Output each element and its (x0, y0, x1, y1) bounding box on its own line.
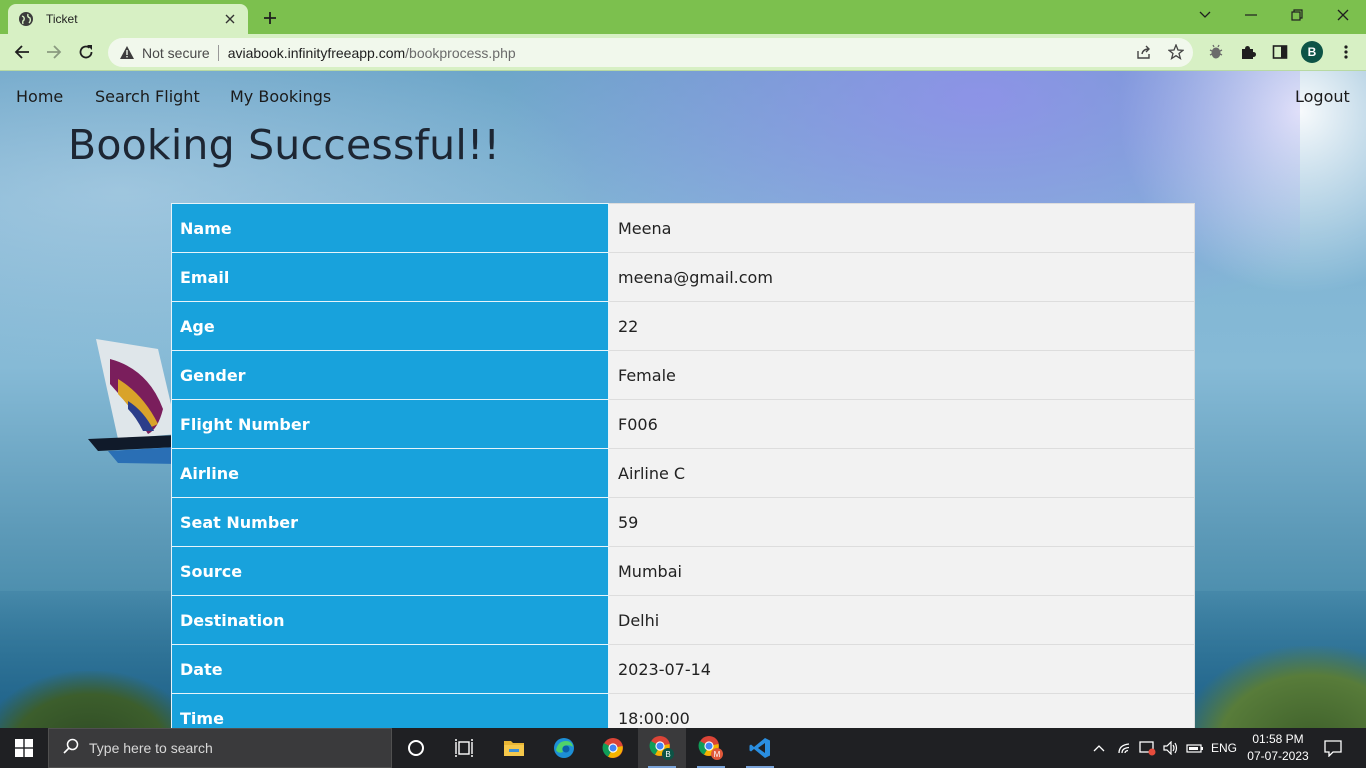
taskbar-search-placeholder: Type here to search (89, 740, 213, 756)
nav-my-bookings-link[interactable]: My Bookings (230, 87, 331, 106)
windows-taskbar: Type here to search B M ENG 01:58 PM 07-… (0, 728, 1366, 768)
ticket-field-label: Age (171, 301, 609, 351)
new-tab-icon[interactable] (258, 6, 282, 30)
chrome-profile-b-icon[interactable]: B (638, 728, 686, 768)
ticket-field-value: Airline C (608, 448, 1195, 498)
chrome-profile-m-icon[interactable]: M (687, 728, 735, 768)
tab-title: Ticket (46, 12, 78, 26)
nav-home-link[interactable]: Home (16, 87, 63, 106)
table-row: Name Meena (171, 203, 1195, 253)
clock-time: 01:58 PM (1252, 732, 1304, 746)
taskbar-search-box[interactable]: Type here to search (48, 728, 392, 768)
table-row: Flight Number F006 (171, 399, 1195, 449)
windows-start-icon[interactable] (0, 728, 48, 768)
airplane-tail-image (88, 339, 178, 464)
volume-icon[interactable] (1160, 728, 1182, 768)
table-row: Email meena@gmail.com (171, 252, 1195, 302)
nav-logout-link[interactable]: Logout (1295, 87, 1350, 106)
file-explorer-icon[interactable] (490, 728, 538, 768)
ticket-field-label: Destination (171, 595, 609, 645)
site-navbar: Home Search Flight My Bookings Logout (0, 71, 1366, 123)
ticket-field-label: Time (171, 693, 609, 728)
ticket-field-value: 2023-07-14 (608, 644, 1195, 694)
browser-tab-strip: Ticket (0, 0, 1366, 34)
reload-icon[interactable] (73, 39, 99, 65)
table-row: Source Mumbai (171, 546, 1195, 596)
bookmark-star-icon[interactable] (1166, 42, 1186, 62)
address-divider (217, 44, 219, 61)
url-path: /bookprocess.php (405, 44, 516, 61)
browser-toolbar: Not secure aviabook.infinityfreeapp.com /… (0, 34, 1366, 71)
battery-icon[interactable] (1184, 728, 1206, 768)
ticket-field-value: 59 (608, 497, 1195, 547)
table-row: Seat Number 59 (171, 497, 1195, 547)
browser-tab-ticket[interactable]: Ticket (8, 4, 248, 34)
show-hidden-icons-chevron-icon[interactable] (1088, 728, 1110, 768)
nav-search-flight-link[interactable]: Search Flight (95, 87, 200, 106)
back-arrow-icon[interactable] (9, 39, 35, 65)
ticket-field-label: Flight Number (171, 399, 609, 449)
page-viewport: Home Search Flight My Bookings Logout Bo… (0, 71, 1366, 728)
tab-close-icon[interactable] (222, 11, 238, 27)
extensions-puzzle-icon[interactable] (1238, 42, 1258, 62)
ticket-field-value: meena@gmail.com (608, 252, 1195, 302)
search-icon (63, 738, 79, 758)
table-row: Gender Female (171, 350, 1195, 400)
address-bar[interactable]: Not secure aviabook.infinityfreeapp.com /… (108, 38, 1193, 67)
table-row: Airline Airline C (171, 448, 1195, 498)
forward-arrow-icon[interactable] (41, 39, 67, 65)
url-host: aviabook.infinityfreeapp.com (227, 44, 406, 61)
page-title: Booking Successful!! (68, 121, 501, 169)
table-row: Destination Delhi (171, 595, 1195, 645)
ticket-field-label: Gender (171, 350, 609, 400)
ticket-field-label: Date (171, 644, 609, 694)
globe-icon (18, 11, 34, 27)
restore-icon[interactable] (1274, 0, 1320, 30)
ticket-field-label: Seat Number (171, 497, 609, 547)
ticket-field-value: 18:00:00 (608, 693, 1195, 728)
svg-text:B: B (665, 750, 670, 759)
input-language[interactable]: ENG (1208, 728, 1240, 768)
notification-center-icon[interactable] (1320, 728, 1346, 768)
ticket-field-label: Email (171, 252, 609, 302)
warning-icon[interactable] (120, 45, 136, 61)
ticket-field-value: Delhi (608, 595, 1195, 645)
share-icon[interactable] (1134, 42, 1154, 62)
vscode-icon[interactable] (736, 728, 784, 768)
kebab-menu-icon[interactable] (1336, 42, 1356, 62)
tab-search-chevron-icon[interactable] (1182, 0, 1228, 30)
chrome-icon[interactable] (589, 728, 637, 768)
svg-text:M: M (714, 750, 721, 759)
ticket-field-label: Airline (171, 448, 609, 498)
security-label[interactable]: Not secure (142, 45, 210, 61)
ticket-details-table: Name Meena Email meena@gmail.com Age 22 Gender… (171, 203, 1195, 728)
ticket-field-value: Female (608, 350, 1195, 400)
ticket-field-value: F006 (608, 399, 1195, 449)
close-window-icon[interactable] (1320, 0, 1366, 30)
background-island-right (1180, 646, 1366, 728)
edge-browser-icon[interactable] (540, 728, 588, 768)
ticket-field-value: Meena (608, 203, 1195, 253)
ticket-field-value: Mumbai (608, 546, 1195, 596)
table-row: Time 18:00:00 (171, 693, 1195, 728)
wifi-icon[interactable] (1114, 728, 1136, 768)
background-island-left (0, 671, 200, 728)
extension-bug-icon[interactable] (1206, 42, 1226, 62)
task-view-icon[interactable] (440, 728, 488, 768)
taskbar-clock[interactable]: 01:58 PM 07-07-2023 (1240, 731, 1316, 765)
clock-date: 07-07-2023 (1247, 749, 1309, 763)
ticket-field-label: Name (171, 203, 609, 253)
meet-now-icon[interactable] (1137, 728, 1159, 768)
profile-avatar[interactable]: B (1301, 41, 1323, 63)
minimize-icon[interactable] (1228, 0, 1274, 30)
cortana-icon[interactable] (392, 728, 440, 768)
table-row: Date 2023-07-14 (171, 644, 1195, 694)
ticket-field-label: Source (171, 546, 609, 596)
side-panel-icon[interactable] (1270, 42, 1290, 62)
table-row: Age 22 (171, 301, 1195, 351)
ticket-field-value: 22 (608, 301, 1195, 351)
